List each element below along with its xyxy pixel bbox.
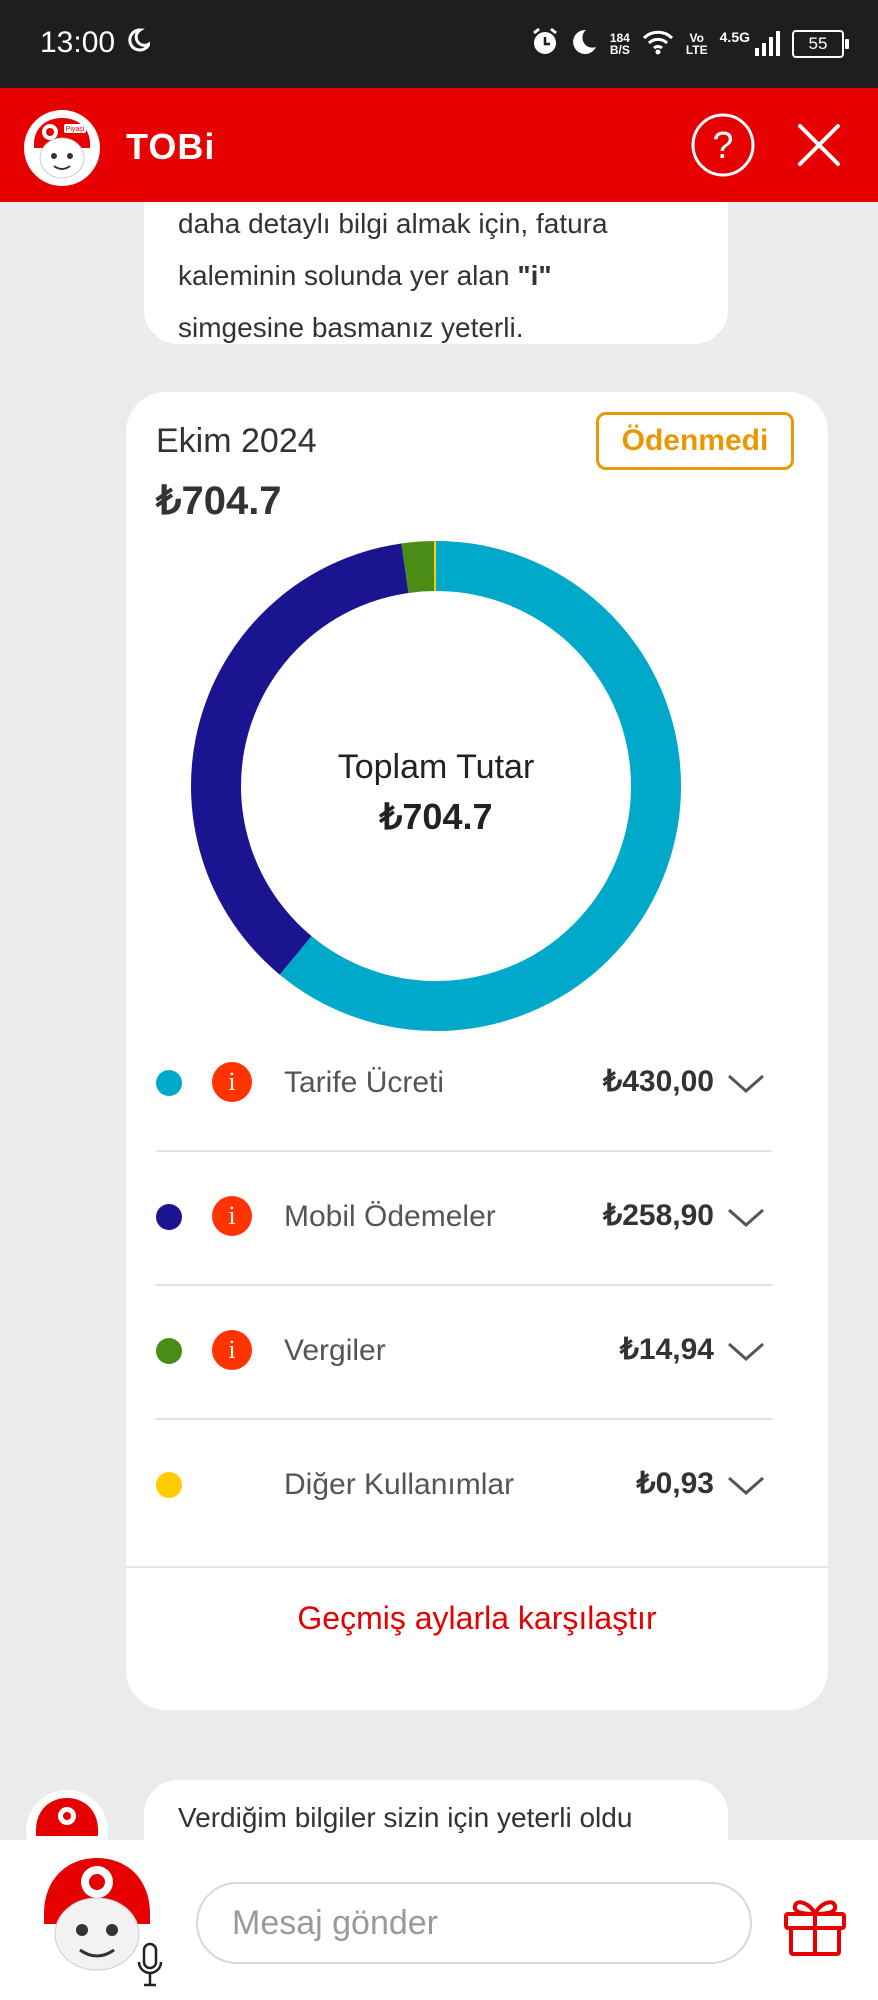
chart-center-label: Toplam Tutar	[337, 748, 535, 786]
bill-item-tarife[interactable]: i Tarife Ücreti ₺430,00	[156, 1018, 772, 1152]
wifi-icon	[642, 29, 674, 60]
info-icon[interactable]: i	[212, 1062, 252, 1102]
help-icon: ?	[691, 113, 755, 177]
chevron-down-icon[interactable]	[726, 1202, 766, 1232]
bill-item-value: ₺258,90	[603, 1199, 714, 1232]
close-button[interactable]	[796, 122, 842, 168]
bot-message-bubble: daha detaylı bilgi almak için, fatura ka…	[144, 202, 728, 344]
help-button[interactable]: ?	[690, 112, 756, 178]
legend-dot	[156, 1070, 182, 1096]
chevron-down-icon[interactable]	[726, 1336, 766, 1366]
status-bar: 13:00 184 B/S Vo LTE 4.5G 55	[0, 0, 878, 88]
legend-dot	[156, 1204, 182, 1230]
bill-items-list: i Tarife Ücreti ₺430,00 i Mobil Ödemeler…	[156, 1018, 772, 1552]
gift-icon[interactable]	[780, 1888, 850, 1958]
moon-icon	[572, 28, 598, 61]
tobi-logo: Piyaşi	[24, 110, 100, 186]
bot-message-bubble: Verdiğim bilgiler sizin için yeterli old…	[144, 1780, 728, 1840]
info-icon[interactable]: i	[212, 1196, 252, 1236]
bill-item-label: Vergiler	[284, 1334, 386, 1367]
bill-item-label: Mobil Ödemeler	[284, 1200, 496, 1233]
bill-item-value: ₺0,93	[636, 1467, 714, 1500]
chat-area[interactable]: daha detaylı bilgi almak için, fatura ka…	[0, 202, 878, 1840]
message-input-bar	[0, 1840, 878, 2000]
battery-icon: 55	[792, 30, 849, 58]
card-divider	[126, 1566, 828, 1568]
chevron-down-icon[interactable]	[726, 1470, 766, 1500]
bill-card: Ekim 2024 ₺704.7 Ödenmedi Toplam Tutar ₺…	[126, 392, 828, 1710]
compare-past-months-link[interactable]: Geçmiş aylarla karşılaştır	[126, 1600, 828, 1637]
message-input[interactable]	[196, 1882, 752, 1964]
info-icon[interactable]: i	[212, 1330, 252, 1370]
donut-slice-vergiler	[401, 541, 435, 593]
app-header: Piyaşi TOBi ?	[0, 88, 878, 202]
legend-dot	[156, 1338, 182, 1364]
bill-item-value: ₺430,00	[603, 1065, 714, 1098]
signal-icon: 4.5G	[720, 30, 780, 57]
moon-icon	[128, 28, 153, 57]
bill-item-label: Tarife Ücreti	[284, 1066, 445, 1099]
bill-amount: ₺704.7	[156, 479, 282, 523]
status-time: 13:00	[40, 26, 116, 59]
microphone-icon[interactable]	[136, 1942, 164, 1988]
bot-message-text: daha detaylı bilgi almak için, fatura ka…	[178, 208, 608, 343]
net-speed: 184 B/S	[609, 31, 630, 57]
bill-item-diger-kullanimlar[interactable]: Diğer Kullanımlar ₺0,93	[156, 1420, 772, 1552]
bill-period: Ekim 2024	[156, 422, 317, 460]
chevron-down-icon[interactable]	[726, 1068, 766, 1098]
chart-center-value: ₺704.7	[379, 796, 493, 837]
svg-text:?: ?	[712, 125, 733, 167]
bot-message-text: Verdiğim bilgiler sizin için yeterli old…	[178, 1802, 633, 1833]
bill-item-value: ₺14,94	[619, 1333, 714, 1366]
svg-text:Piyaşi: Piyaşi	[66, 126, 85, 133]
alarm-icon	[530, 27, 560, 62]
bill-item-vergiler[interactable]: i Vergiler ₺14,94	[156, 1286, 772, 1420]
close-icon	[798, 124, 840, 166]
bot-avatar	[26, 1790, 108, 1840]
legend-dot	[156, 1472, 182, 1498]
status-icons: 184 B/S Vo LTE 4.5G 55	[530, 24, 849, 64]
bill-item-label: Diğer Kullanımlar	[284, 1468, 515, 1501]
volte-indicator: Vo LTE	[685, 31, 708, 57]
payment-status-badge: Ödenmedi	[596, 412, 794, 470]
header-title: TOBi	[126, 126, 216, 167]
bill-item-mobil-odemeler[interactable]: i Mobil Ödemeler ₺258,90	[156, 1152, 772, 1286]
